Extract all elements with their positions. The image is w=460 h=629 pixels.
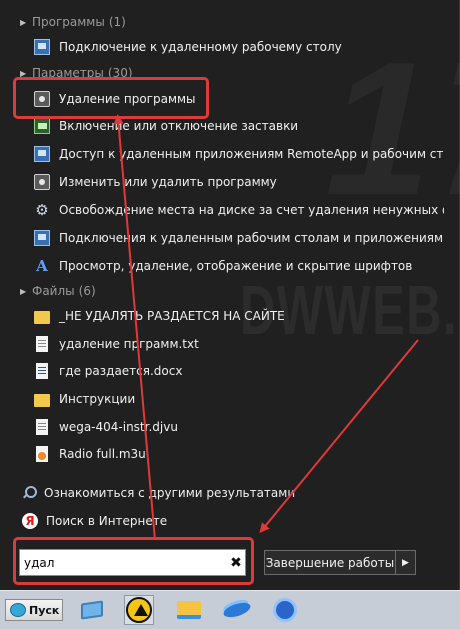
result-label: Включение или отключение заставки	[59, 119, 299, 133]
result-remoteapp-connections[interactable]: Подключения к удаленным рабочим столам и…	[34, 225, 444, 251]
shutdown-label: Завершение работы	[265, 555, 395, 570]
gear-icon: ⚙	[35, 201, 49, 219]
result-remoteapp-access[interactable]: Доступ к удаленным приложениям RemoteApp…	[34, 141, 444, 167]
expand-icon: ▶	[20, 17, 27, 27]
taskbar-app-firefox[interactable]	[270, 595, 300, 625]
result-file-instructions[interactable]: Инструкции	[34, 386, 444, 412]
result-label: где раздается.docx	[59, 364, 183, 378]
shutdown-button[interactable]: Завершение работы ▶	[264, 550, 416, 575]
taskbar: Пуск	[0, 590, 460, 629]
folder-icon	[34, 393, 50, 407]
result-remote-desktop-connection[interactable]: Подключение к удаленному рабочему столу	[34, 34, 444, 60]
taskbar-app-compass[interactable]	[124, 595, 154, 625]
result-file-m3u[interactable]: Radio full.m3u	[34, 441, 444, 467]
start-button[interactable]: Пуск	[5, 599, 63, 621]
result-label: Удаление программы	[59, 92, 196, 106]
start-label: Пуск	[29, 603, 60, 617]
result-label: Инструкции	[59, 392, 136, 406]
result-label: _НЕ УДАЛЯТЬ РАЗДАЕТСЯ НА САЙТЕ	[59, 309, 285, 323]
clear-icon[interactable]: ✖	[227, 555, 245, 571]
web-search-label: Поиск в Интернете	[46, 514, 168, 528]
result-label: wega-404-instr.djvu	[59, 420, 178, 434]
remote-app-icon	[34, 230, 50, 246]
web-search-link[interactable]: Я Поиск в Интернете	[22, 510, 167, 532]
firefox-icon	[273, 598, 297, 622]
search-input[interactable]: удал ✖	[19, 549, 246, 576]
result-label: Освобождение места на диске за счет удал…	[59, 203, 444, 217]
taskbar-app-network[interactable]	[77, 595, 107, 625]
file-explorer-icon	[177, 601, 201, 619]
group-title: Программы	[32, 15, 105, 29]
result-label: удаление прграмм.txt	[59, 337, 199, 351]
group-count: (1)	[108, 15, 126, 29]
screensaver-icon	[34, 118, 50, 134]
result-label: Подключение к удаленному рабочему столу	[59, 40, 342, 54]
group-header-settings[interactable]: ▶ Параметры (30)	[20, 64, 133, 82]
group-count: (30)	[107, 66, 133, 80]
result-disk-cleanup[interactable]: ⚙ Освобождение места на диске за счет уд…	[34, 197, 444, 223]
search-value: удал	[24, 555, 55, 570]
result-file-docx[interactable]: где раздается.docx	[34, 358, 444, 384]
result-screensaver[interactable]: Включение или отключение заставки	[34, 113, 444, 139]
result-label: Radio full.m3u	[59, 447, 146, 461]
compass-app-icon	[126, 597, 152, 623]
network-icon	[81, 600, 103, 620]
font-icon: A	[36, 257, 48, 275]
expand-icon: ▶	[20, 68, 27, 78]
disc-app-icon	[221, 599, 253, 621]
result-fonts[interactable]: A Просмотр, удаление, отображение и скры…	[34, 253, 444, 279]
programs-icon	[34, 174, 50, 190]
taskbar-app-disc[interactable]	[221, 595, 253, 625]
folder-icon	[34, 310, 50, 324]
group-title: Параметры	[32, 66, 104, 80]
result-file-txt[interactable]: удаление прграмм.txt	[34, 331, 444, 357]
shutdown-options-arrow-icon[interactable]: ▶	[395, 551, 415, 574]
start-menu: 17 DWWEB.RU ▶ Программы (1) Подключение …	[0, 0, 460, 590]
result-label: Изменить или удалить программу	[59, 175, 277, 189]
expand-icon: ▶	[20, 286, 27, 296]
file-icon	[36, 419, 48, 435]
result-change-remove-program[interactable]: Изменить или удалить программу	[34, 169, 444, 195]
taskbar-app-explorer[interactable]	[174, 595, 204, 625]
more-results-link[interactable]: Ознакомиться с другими результатами	[22, 482, 295, 504]
search-icon	[22, 486, 37, 500]
group-title: Файлы	[32, 284, 75, 298]
result-label: Подключения к удаленным рабочим столам и…	[59, 231, 444, 245]
playlist-file-icon	[36, 446, 48, 462]
programs-icon	[34, 91, 50, 107]
remote-desktop-icon	[34, 39, 50, 55]
result-uninstall-program[interactable]: Удаление программы	[34, 86, 444, 112]
text-file-icon	[36, 336, 48, 352]
docx-file-icon	[36, 363, 48, 379]
result-file-djvu[interactable]: wega-404-instr.djvu	[34, 414, 444, 440]
more-results-label: Ознакомиться с другими результатами	[44, 486, 296, 500]
remote-app-icon	[34, 146, 50, 162]
group-count: (6)	[78, 284, 96, 298]
group-header-files[interactable]: ▶ Файлы (6)	[20, 282, 96, 300]
result-label: Доступ к удаленным приложениям RemoteApp…	[59, 147, 444, 161]
result-file-folder[interactable]: _НЕ УДАЛЯТЬ РАЗДАЕТСЯ НА САЙТЕ	[34, 303, 444, 329]
result-label: Просмотр, удаление, отображение и скрыти…	[59, 259, 413, 273]
group-header-programs[interactable]: ▶ Программы (1)	[20, 13, 126, 31]
yandex-icon: Я	[22, 513, 38, 529]
start-orb-icon	[10, 603, 26, 617]
